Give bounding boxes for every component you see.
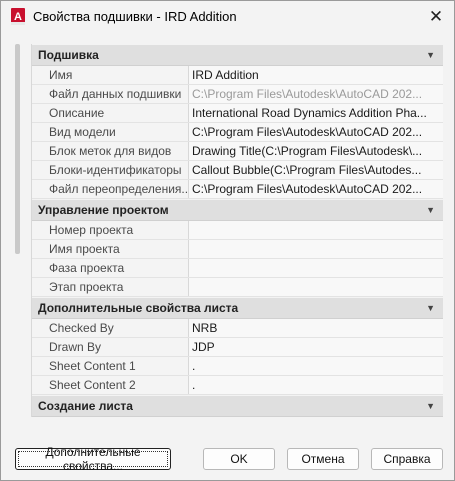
property-row[interactable]: Файл данных подшивки C:\Program Files\Aut… — [32, 85, 443, 104]
property-name: Drawn By — [32, 338, 189, 356]
section-header[interactable]: Управление проектом ▼ — [32, 200, 443, 221]
property-row[interactable]: Checked By NRB — [32, 319, 443, 338]
property-value[interactable] — [189, 221, 443, 239]
cancel-button[interactable]: Отмена — [287, 448, 359, 470]
property-row[interactable]: Вид модели C:\Program Files\Autodesk\Auto… — [32, 123, 443, 142]
vertical-scrollbar[interactable] — [15, 44, 20, 254]
property-value[interactable]: . — [189, 357, 443, 375]
property-row[interactable]: Sheet Content 2. — [32, 376, 443, 395]
property-row[interactable]: Блоки-идентификаторы Callout Bubble(C:\Pr… — [32, 161, 443, 180]
property-value[interactable]: Drawing Title(C:\Program Files\Autodesk\… — [189, 142, 443, 160]
property-value[interactable]: NRB — [189, 319, 443, 337]
property-name: Фаза проекта — [32, 259, 189, 277]
property-name: Блок меток для видов — [32, 142, 189, 160]
property-name: Файл данных подшивки — [32, 85, 189, 103]
property-name: Имя проекта — [32, 240, 189, 258]
section-title: Подшивка — [38, 48, 99, 62]
property-name: Вид модели — [32, 123, 189, 141]
property-value[interactable] — [189, 278, 443, 296]
property-name: Блоки-идентификаторы — [32, 161, 189, 179]
properties-scroll-area[interactable]: Подшивка ▼ Имя IRD Addition Файл данных подш… — [15, 44, 443, 422]
property-name: Файл переопределения... — [32, 180, 189, 198]
property-name: Этап проекта — [32, 278, 189, 296]
property-value[interactable]: C:\Program Files\Autodesk\AutoCAD 202... — [189, 123, 443, 141]
property-value[interactable] — [189, 240, 443, 258]
chevron-down-icon[interactable]: ▼ — [426, 303, 435, 313]
property-name: Sheet Content 2 — [32, 376, 189, 394]
section-title: Дополнительные свойства листа — [38, 301, 239, 315]
property-value[interactable]: JDP — [189, 338, 443, 356]
properties-grid: Подшивка ▼ Имя IRD Addition Файл данных подш… — [31, 44, 443, 417]
section-header[interactable]: Подшивка ▼ — [32, 45, 443, 66]
additional-properties-button[interactable]: Дополнительные свойства... — [15, 445, 171, 473]
property-row[interactable]: Блок меток для видов Drawing Title(C:\Pro… — [32, 142, 443, 161]
property-row[interactable]: Этап проекта — [32, 278, 443, 297]
chevron-down-icon[interactable]: ▼ — [426, 205, 435, 215]
property-row[interactable]: Описание International Road Dynamics Addi… — [32, 104, 443, 123]
property-name: Описание — [32, 104, 189, 122]
button-bar: Дополнительные свойства... OK Отмена Спр… — [1, 445, 455, 473]
property-name: Номер проекта — [32, 221, 189, 239]
dialog-window: A Свойства подшивки - IRD Addition ✕ Под… — [0, 0, 455, 481]
section-title: Создание листа — [38, 399, 133, 413]
section-title: Управление проектом — [38, 203, 169, 217]
property-row[interactable]: Файл переопределения... C:\Program Files\… — [32, 180, 443, 199]
close-button[interactable]: ✕ — [424, 5, 448, 29]
property-name: Имя — [32, 66, 189, 84]
property-value[interactable] — [189, 259, 443, 277]
autocad-app-icon: A — [11, 8, 25, 25]
property-value[interactable]: International Road Dynamics Addition Pha… — [189, 104, 443, 122]
chevron-down-icon[interactable]: ▼ — [426, 50, 435, 60]
property-row[interactable]: Фаза проекта — [32, 259, 443, 278]
property-row[interactable]: Номер проекта — [32, 221, 443, 240]
property-value[interactable]: C:\Program Files\Autodesk\AutoCAD 202... — [189, 180, 443, 198]
ok-button[interactable]: OK — [203, 448, 275, 470]
chevron-down-icon[interactable]: ▼ — [426, 401, 435, 411]
title-bar: A Свойства подшивки - IRD Addition ✕ — [1, 1, 454, 33]
close-icon: ✕ — [428, 7, 444, 26]
property-value[interactable]: C:\Program Files\Autodesk\AutoCAD 202... — [189, 85, 443, 103]
property-value[interactable]: . — [189, 376, 443, 394]
property-row[interactable]: Drawn By JDP — [32, 338, 443, 357]
property-value[interactable]: Callout Bubble(C:\Program Files\Autodes.… — [189, 161, 443, 179]
property-row[interactable]: Имя проекта — [32, 240, 443, 259]
section-header[interactable]: Дополнительные свойства листа ▼ — [32, 298, 443, 319]
property-name: Sheet Content 1 — [32, 357, 189, 375]
property-row[interactable]: Имя IRD Addition — [32, 66, 443, 85]
property-name: Checked By — [32, 319, 189, 337]
property-value[interactable]: IRD Addition — [189, 66, 443, 84]
help-button[interactable]: Справка — [371, 448, 443, 470]
window-title: Свойства подшивки - IRD Addition — [33, 9, 237, 24]
section-header[interactable]: Создание листа ▼ — [32, 396, 443, 417]
property-row[interactable]: Sheet Content 1. — [32, 357, 443, 376]
